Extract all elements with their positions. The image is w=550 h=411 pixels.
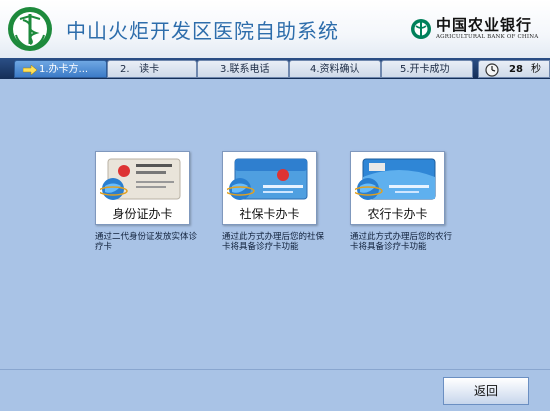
header: 中山火炬开发区医院自助系统 中国农业银行 AGRICULTURAL BANK O…	[0, 0, 550, 58]
back-button[interactable]: 返回	[443, 377, 529, 405]
step-tab-4: 4.资料确认	[289, 60, 381, 78]
step-tab-5: 5.开卡成功	[381, 60, 473, 78]
step-tab-2: 2. 读卡	[107, 60, 197, 78]
abc-bank-logo-icon	[411, 19, 431, 39]
countdown-unit: 秒	[531, 64, 541, 75]
clock-icon	[485, 63, 499, 77]
page-title: 中山火炬开发区医院自助系统	[66, 19, 339, 43]
bank-card-icon	[355, 158, 436, 200]
bank-card-option-button[interactable]: 农行卡办卡	[350, 151, 445, 225]
option-description: 通过此方式办理后您的农行卡将具备诊疗卡功能	[350, 232, 453, 252]
option-description: 通过此方式办理后您的社保卡将具备诊疗卡功能	[222, 232, 325, 252]
social-security-card-option-button[interactable]: 社保卡办卡	[222, 151, 317, 225]
option-description: 通过二代身份证发放实体诊疗卡	[95, 232, 198, 252]
countdown-seconds: 28	[509, 64, 523, 75]
step-tab-1: 1.办卡方...	[14, 60, 107, 78]
option-label: 社保卡办卡	[239, 207, 300, 221]
bank-name: 中国农业银行	[436, 16, 533, 34]
option-label: 身份证办卡	[112, 207, 173, 221]
step-label: 3.联系电话	[220, 64, 270, 75]
hospital-logo-icon	[8, 7, 52, 51]
step-label: 5.开卡成功	[400, 64, 450, 75]
arrow-right-icon	[23, 65, 37, 75]
bank-english-name: AGRICULTURAL BANK OF CHINA	[436, 34, 539, 40]
countdown-timer: 28 秒	[478, 60, 550, 78]
step-label: 4.资料确认	[310, 64, 360, 75]
step-progress-bar: 1.办卡方... 2. 读卡 3.联系电话 4.资料确认 5.开卡成功 28 秒	[0, 58, 550, 79]
footer-divider	[0, 369, 550, 370]
social-security-card-icon	[227, 158, 308, 200]
step-label: 1.办卡方...	[39, 64, 89, 75]
id-card-icon	[100, 158, 181, 200]
id-card-option-button[interactable]: 身份证办卡	[95, 151, 190, 225]
option-label: 农行卡办卡	[367, 207, 428, 221]
step-tab-3: 3.联系电话	[197, 60, 289, 78]
step-label: 2. 读卡	[120, 64, 160, 75]
